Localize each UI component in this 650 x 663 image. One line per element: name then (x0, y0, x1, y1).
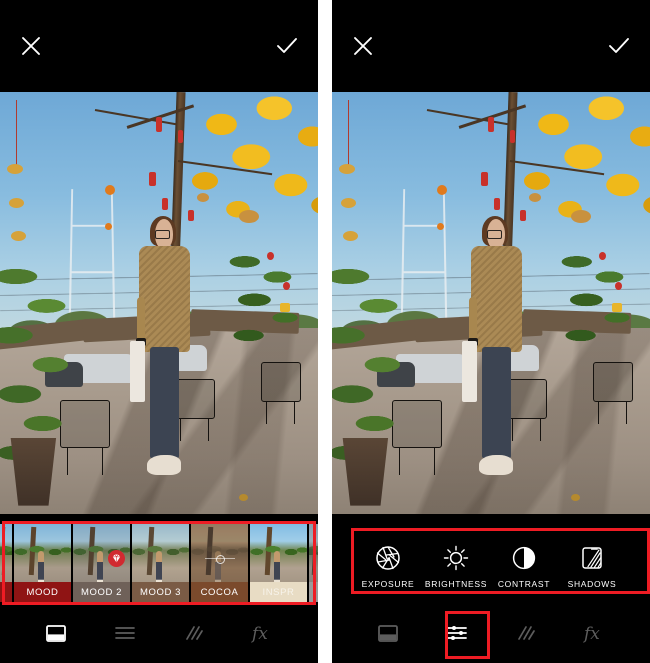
filter-thumb-label: MOOD 3 (132, 582, 189, 602)
adjust-label: SHADOWS (567, 578, 617, 589)
photo-content (0, 92, 318, 514)
filter-strip[interactable]: MOOD MOOD 2 MOOD 3 COCOA INSPR (0, 524, 318, 602)
panel-gap (318, 0, 332, 663)
filter-thumb-label: MOOD (14, 582, 71, 602)
filter-thumb-mood-3[interactable]: MOOD 3 (132, 524, 189, 602)
editor-header-right (332, 0, 650, 92)
filter-thumb-person (96, 550, 104, 585)
red-envelope-1 (487, 117, 494, 133)
filter-thumb-person (273, 550, 281, 585)
person-subject (459, 215, 535, 498)
red-envelope-2 (510, 129, 516, 143)
adjust-label: CONTRAST (497, 578, 551, 589)
gold-coin-ornament-2 (8, 197, 24, 208)
gold-coin-ornament-1 (6, 163, 23, 174)
adjust-label: BRIGHTNESS (424, 578, 488, 589)
ornament-string-1 (15, 100, 17, 168)
person-jacket (471, 246, 523, 353)
ornament-string-1 (347, 100, 349, 168)
filter-thumb-cocoa[interactable]: COCOA (191, 524, 248, 602)
person-shoes (147, 455, 181, 475)
person-handbag (130, 341, 146, 403)
check-icon[interactable] (604, 31, 634, 61)
loading-spinner-icon (204, 555, 235, 565)
adjust-strip[interactable]: EXPOSURE BRIGHTNESS CONTRAST SHADOWS (332, 530, 650, 602)
filter-thumb-mood[interactable]: MOOD (14, 524, 71, 602)
orange-ball-2 (104, 222, 112, 230)
filter-thumb-label (309, 582, 318, 602)
tool-nav-left[interactable]: fx (0, 602, 318, 663)
highlights-icon (646, 544, 650, 572)
person-trousers (482, 346, 512, 459)
sliders-icon[interactable] (104, 614, 146, 652)
filter-card-icon[interactable] (35, 614, 77, 652)
adjust-item-exposure[interactable]: EXPOSURE (354, 544, 422, 589)
plant-right (548, 243, 644, 371)
filter-card-icon[interactable] (367, 614, 409, 652)
gold-coin-ornament-2 (340, 197, 356, 208)
red-envelope-2 (178, 129, 184, 143)
person-trousers (150, 346, 180, 459)
person-handbag (462, 341, 478, 403)
person-subject (127, 215, 203, 498)
red-envelope-1 (155, 117, 162, 133)
sun-icon (443, 545, 469, 570)
person-jacket (139, 246, 191, 353)
filter-thumb-partial-left[interactable] (0, 524, 12, 602)
adjust-panel: EXPOSURE BRIGHTNESS CONTRAST SHADOWS fx (332, 0, 650, 663)
check-icon[interactable] (272, 31, 302, 61)
svg-text:fx: fx (582, 624, 600, 644)
filters-panel: MOOD MOOD 2 MOOD 3 COCOA INSPR fx (0, 0, 318, 663)
shadows-icon (582, 546, 602, 569)
close-icon[interactable] (16, 31, 46, 61)
filter-thumb-inspr[interactable]: INSPR (250, 524, 307, 602)
photo-content (332, 92, 650, 514)
plant-right (216, 243, 312, 371)
person-glasses (487, 230, 503, 239)
close-icon[interactable] (348, 31, 378, 61)
grain-icon[interactable] (504, 614, 546, 652)
aperture-icon (376, 545, 400, 570)
adjust-item-brightness[interactable]: BRIGHTNESS (422, 544, 490, 589)
filter-thumb-label: INSPR (250, 582, 307, 602)
orange-ball-1 (104, 184, 115, 195)
filter-thumb-label: COCOA (191, 582, 248, 602)
sliders-icon[interactable] (436, 614, 478, 652)
adjust-item-highlights[interactable]: HIGH (626, 544, 650, 589)
red-envelope-4 (162, 197, 169, 210)
orange-ball-1 (436, 184, 447, 195)
person-shoes (479, 455, 513, 475)
svg-text:fx: fx (250, 624, 268, 644)
tool-nav-right[interactable]: fx (332, 602, 650, 663)
adjust-label: EXPOSURE (361, 578, 415, 589)
orange-ball-2 (436, 222, 444, 230)
fx-icon[interactable]: fx (241, 614, 283, 652)
filter-thumb-partial-right[interactable] (309, 524, 318, 602)
lantern-1 (570, 210, 591, 224)
gem-icon (108, 550, 125, 567)
adjust-item-shadows[interactable]: SHADOWS (558, 544, 626, 589)
adjust-item-contrast[interactable]: CONTRAST (490, 544, 558, 589)
fx-icon[interactable]: fx (573, 614, 615, 652)
lantern-1 (238, 210, 259, 224)
editor-header-left (0, 0, 318, 92)
filter-thumb-label: MOOD 2 (73, 582, 130, 602)
filter-thumb-label (0, 582, 12, 602)
photo-preview-left[interactable] (0, 92, 318, 514)
person-glasses (155, 230, 171, 239)
filter-thumb-person (155, 550, 163, 585)
photo-preview-right[interactable] (332, 92, 650, 514)
filter-thumb-mood-2[interactable]: MOOD 2 (73, 524, 130, 602)
contrast-icon (512, 546, 536, 569)
grain-icon[interactable] (172, 614, 214, 652)
comparison-stage: MOOD MOOD 2 MOOD 3 COCOA INSPR fx EXPOSU… (0, 0, 650, 663)
red-envelope-3 (149, 172, 157, 187)
red-envelope-3 (481, 172, 489, 187)
red-envelope-4 (494, 197, 501, 210)
filter-thumb-person (37, 550, 45, 585)
gold-coin-ornament-1 (338, 163, 355, 174)
